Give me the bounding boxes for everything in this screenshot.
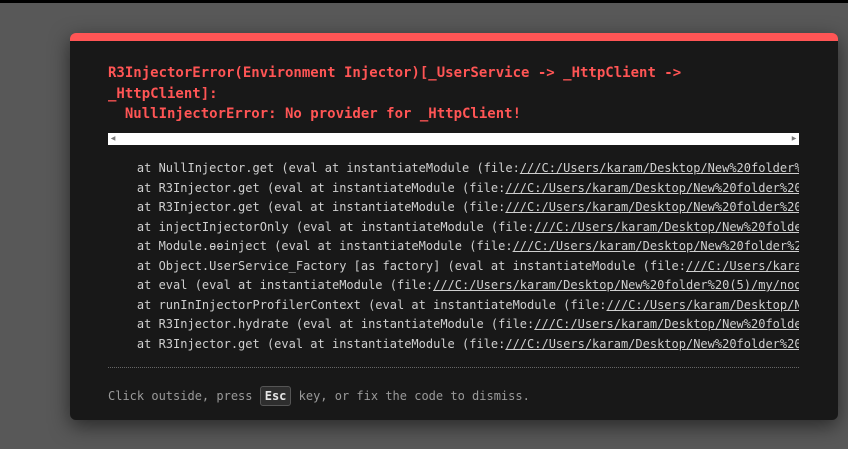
stack-frame-text: at injectInjectorOnly (eval at instantia… xyxy=(108,219,535,234)
stack-frame: at eval (eval at instantiateModule (file… xyxy=(108,276,799,296)
stack-frame-text: at R3Injector.get (eval at instantiateMo… xyxy=(108,180,506,195)
stack-frame: at injectInjectorOnly (eval at instantia… xyxy=(108,218,799,238)
stack-frame-file-link[interactable]: ///C:/Users/karam/Desktop/Ne xyxy=(607,298,800,312)
stack-frame-text: at R3Injector.get (eval at instantiateMo… xyxy=(108,200,506,215)
stack-frame: at runInInjectorProfilerContext (eval at… xyxy=(108,296,799,316)
scroll-left-arrow-icon[interactable]: ◀ xyxy=(108,133,118,145)
stack-frame: at Module.ɵɵinject (eval at instantiateM… xyxy=(108,237,799,257)
stack-frame: at NullInjector.get (eval at instantiate… xyxy=(108,159,799,179)
stack-frame: at R3Injector.get (eval at instantiateMo… xyxy=(108,198,799,218)
stack-frame-file-link[interactable]: ///C:/Users/karam/Desktop/New%20folder xyxy=(534,220,799,234)
stack-frame-text: at NullInjector.get (eval at instantiate… xyxy=(108,161,520,175)
tip-text-before: Click outside, press xyxy=(108,389,260,403)
stack-trace: at NullInjector.get (eval at instantiate… xyxy=(108,159,799,354)
error-message: R3InjectorError(Environment Injector)[_U… xyxy=(108,65,682,122)
stack-frame-file-link[interactable]: ///C:/Users/karam/Desktop/New%20folder%2… xyxy=(433,278,799,292)
stack-frame: at R3Injector.get (eval at instantiateMo… xyxy=(108,179,799,199)
stack-frame-file-link[interactable]: ///C:/Users/karam/Desktop/New%20folder%2… xyxy=(513,239,799,253)
horizontal-scrollbar[interactable]: ◀ ▶ xyxy=(108,133,799,145)
stack-frame-text: at Object.UserService_Factory [as factor… xyxy=(108,258,686,273)
stack-frame: at R3Injector.get (eval at instantiateMo… xyxy=(108,335,799,355)
stack-frame-file-link[interactable]: ///C:/Users/karam/Desktop/New%20folder%2… xyxy=(534,317,799,331)
stack-frame-text: at Module.ɵɵinject (eval at instantiateM… xyxy=(108,239,513,254)
error-overlay-panel: R3InjectorError(Environment Injector)[_U… xyxy=(70,33,838,420)
stack-frame: at R3Injector.hydrate (eval at instantia… xyxy=(108,315,799,335)
stack-frame-text: at eval (eval at instantiateModule (file… xyxy=(108,278,434,293)
esc-key: Esc xyxy=(259,386,292,406)
stack-frame-file-link[interactable]: ///C:/Users/karam/Desktop/New%20folder%2… xyxy=(505,337,799,351)
scroll-right-arrow-icon[interactable]: ▶ xyxy=(789,133,799,145)
stack-frame: at Object.UserService_Factory [as factor… xyxy=(108,257,799,277)
stack-frame-file-link[interactable]: ///C:/Users/karam/Desktop/New%20folder%2 xyxy=(520,161,799,175)
stack-frame-file-link[interactable]: ///C:/Users/karam xyxy=(686,259,799,273)
stack-frame-text: at R3Injector.hydrate (eval at instantia… xyxy=(108,317,535,332)
stack-frame-text: at R3Injector.get (eval at instantiateMo… xyxy=(108,336,506,351)
stack-frame-text: at runInInjectorProfilerContext (eval at… xyxy=(108,297,607,312)
stack-frame-file-link[interactable]: ///C:/Users/karam/Desktop/New%20folder%2… xyxy=(505,200,799,214)
dismiss-tip: Click outside, press Esc key, or fix the… xyxy=(108,383,799,409)
tip-text-after: key, or fix the code to dismiss. xyxy=(291,389,530,403)
divider xyxy=(108,367,799,368)
stack-frame-file-link[interactable]: ///C:/Users/karam/Desktop/New%20folder%2… xyxy=(505,181,799,195)
